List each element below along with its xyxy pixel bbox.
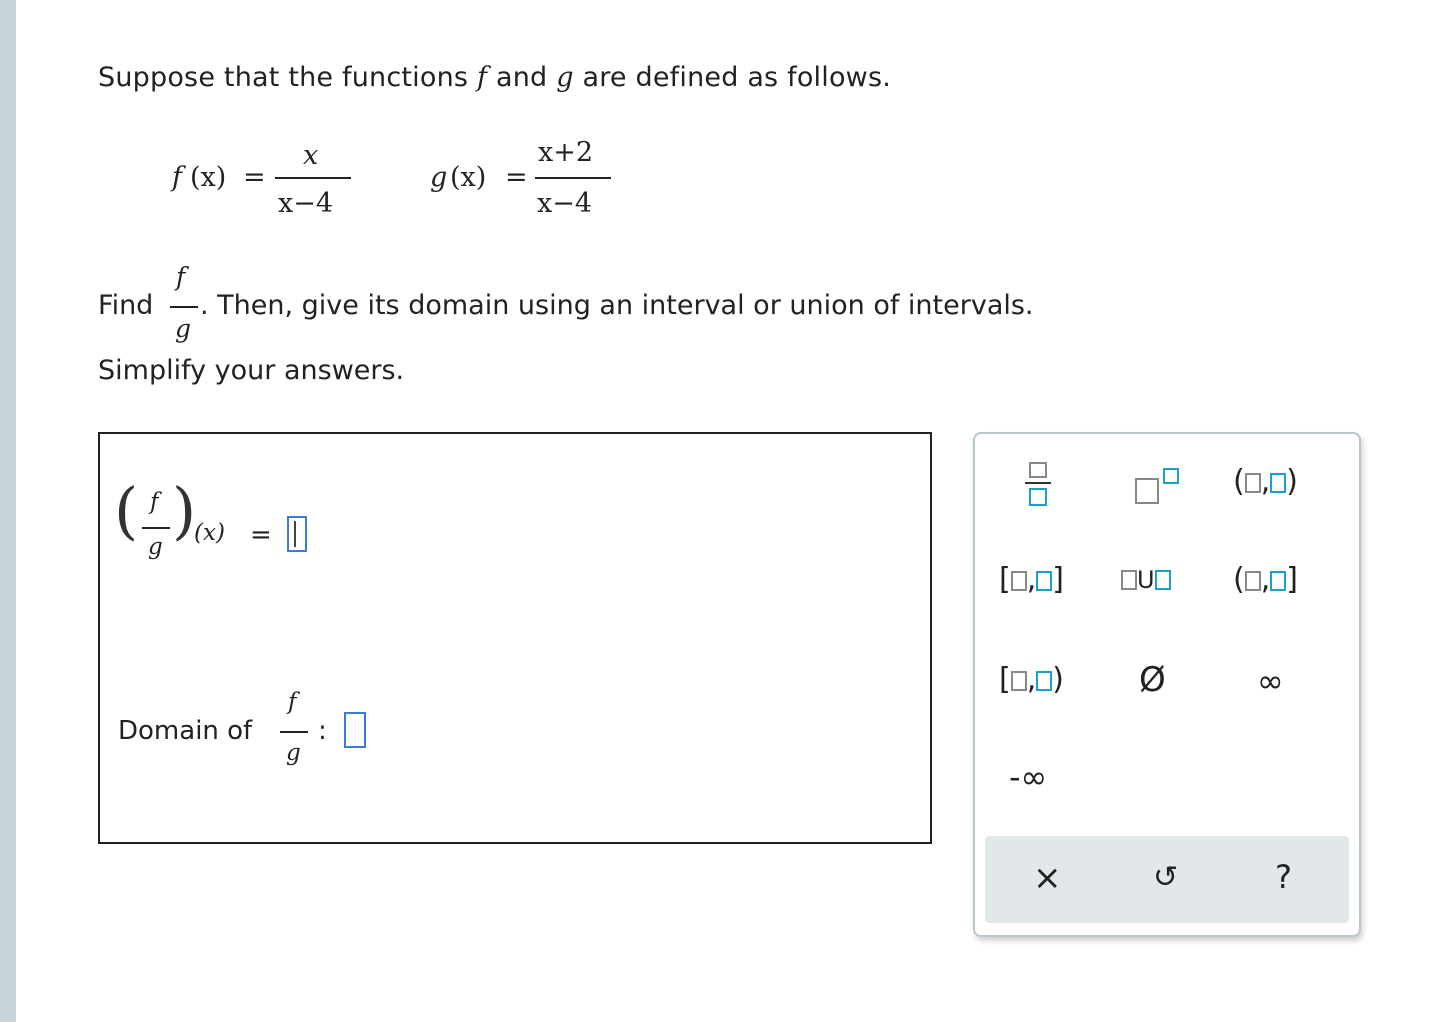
open-closed-interval-button[interactable]: (,] [1233,562,1298,597]
and-text: and [495,62,548,93]
quotient-equals: = [250,520,272,550]
closed-open-interval-button[interactable]: [,) [999,662,1064,697]
domain-label: Domain of [118,716,253,746]
g-def-arg: (x) [450,162,487,193]
negative-infinity-icon: -∞ [1009,758,1048,796]
problem-intro: Suppose that the functions f and g are d… [98,62,891,93]
intro-text: Suppose that the functions [98,62,469,93]
fraction-button[interactable] [1023,458,1055,518]
undo-icon: ↺ [1153,860,1179,895]
quotient-argument: (x) [194,520,225,546]
text-cursor [294,521,296,547]
domain-answer-input[interactable] [344,712,366,748]
quotient-answer-input[interactable] [287,516,307,552]
empty-set-button[interactable]: Ø [1139,660,1166,700]
clear-button[interactable]: × [1033,858,1062,898]
g-def-lhs: g [430,162,448,193]
f-def-denominator: x−4 [278,188,334,219]
g-def-fraction-bar [535,177,611,179]
domain-numerator: f [288,689,297,715]
left-sidebar-strip [0,0,16,1022]
f-def-numerator: x [303,140,319,171]
closed-open-interval-icon: [,) [999,662,1064,697]
domain-fraction-bar [280,731,308,733]
domain-denominator: g [286,740,301,766]
undo-button[interactable]: ↺ [1153,860,1178,895]
empty-set-icon: Ø [1139,660,1166,700]
answer-area: ( f g ) (x) = Domain of f g : [98,432,932,844]
closed-interval-button[interactable]: [,] [999,562,1064,597]
quotient-denominator: g [148,534,163,560]
closed-closed-interval-icon: [,] [999,562,1064,597]
quotient-fraction-bar [142,527,170,529]
negative-infinity-button[interactable]: -∞ [1009,758,1047,796]
open-interval-button[interactable]: (,) [1233,464,1298,499]
fraction-top-box-icon [1029,462,1047,478]
infinity-icon: ∞ [1257,662,1284,700]
close-icon: × [1033,858,1062,898]
math-palette: (,) [,] U (,] [,) Ø ∞ -∞ × ↺ ? [973,432,1361,937]
base-box-icon [1135,478,1159,504]
f-def-arg: (x) [190,162,227,193]
f-def-fraction-bar [275,177,351,179]
help-button[interactable]: ? [1275,858,1292,896]
quotient-numerator: f [150,489,159,515]
exponent-button[interactable] [1133,464,1185,508]
left-paren-icon: ( [114,474,139,547]
intro-post-text: are defined as follows. [582,62,891,93]
open-open-interval-icon: (,) [1233,464,1298,499]
union-icon: U [1121,566,1171,594]
f-def-lhs: f [172,162,182,193]
open-closed-interval-icon: (,] [1233,562,1298,597]
find-fraction-bar [170,306,198,308]
domain-colon: : [318,716,327,746]
g-def-equals: = [505,162,528,193]
f-symbol: f [476,62,488,93]
find-label: Find [98,290,154,321]
palette-action-bar: × ↺ ? [985,836,1349,923]
union-button[interactable]: U [1121,566,1171,594]
help-icon: ? [1275,858,1292,896]
fraction-bottom-box-icon [1029,488,1047,506]
infinity-button[interactable]: ∞ [1257,662,1284,700]
g-symbol: g [556,62,574,93]
g-def-numerator: x+2 [538,137,594,168]
f-def-equals: = [243,162,266,193]
fraction-bar-icon [1025,482,1051,484]
g-def-denominator: x−4 [537,188,593,219]
right-paren-icon: ) [172,474,197,547]
find-fraction-denominator: g [175,314,192,343]
simplify-instruction: Simplify your answers. [98,355,405,386]
exponent-box-icon [1163,468,1179,484]
find-rest-text: . Then, give its domain using an interva… [200,290,1034,321]
find-fraction-numerator: f [176,262,186,291]
